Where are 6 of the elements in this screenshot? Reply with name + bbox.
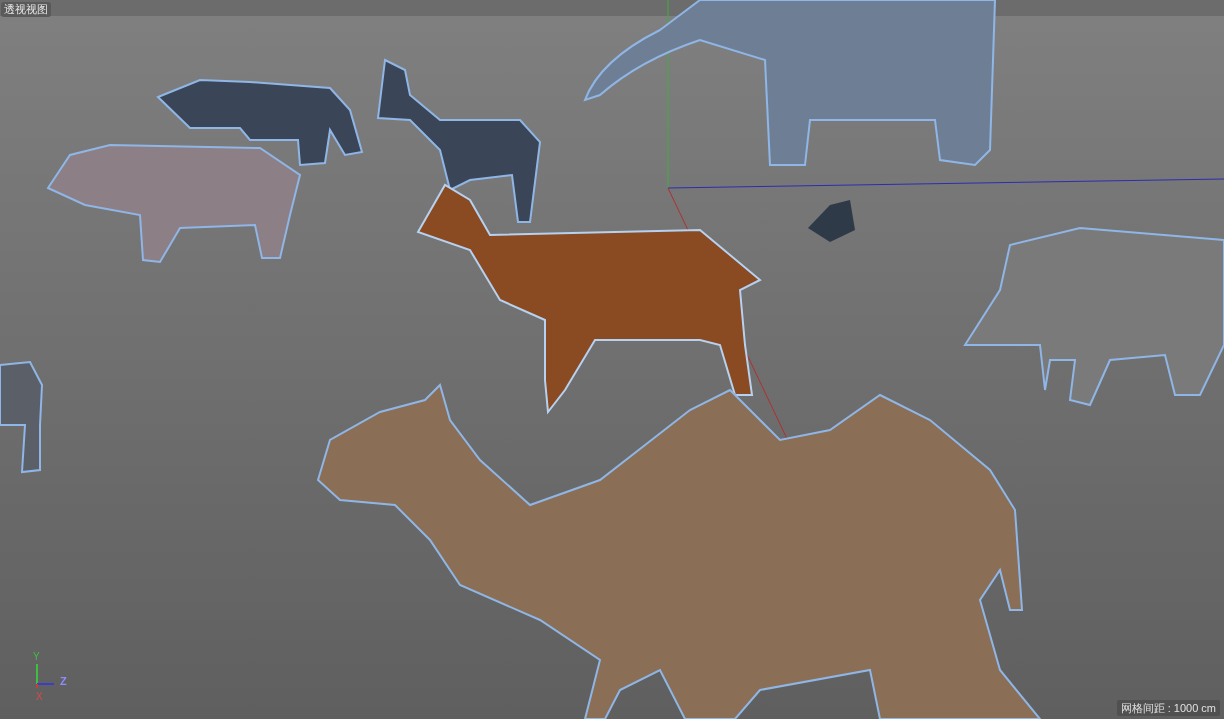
viewport-title[interactable]: 透视视图	[1, 2, 51, 17]
x-axis-label: X	[36, 691, 43, 702]
y-axis-label: Y	[33, 651, 40, 662]
axis-gizmo-icon	[36, 663, 55, 689]
z-axis-label: Z	[60, 676, 67, 687]
grid-spacing-label: 网格间距 : 1000 cm	[1116, 700, 1220, 716]
